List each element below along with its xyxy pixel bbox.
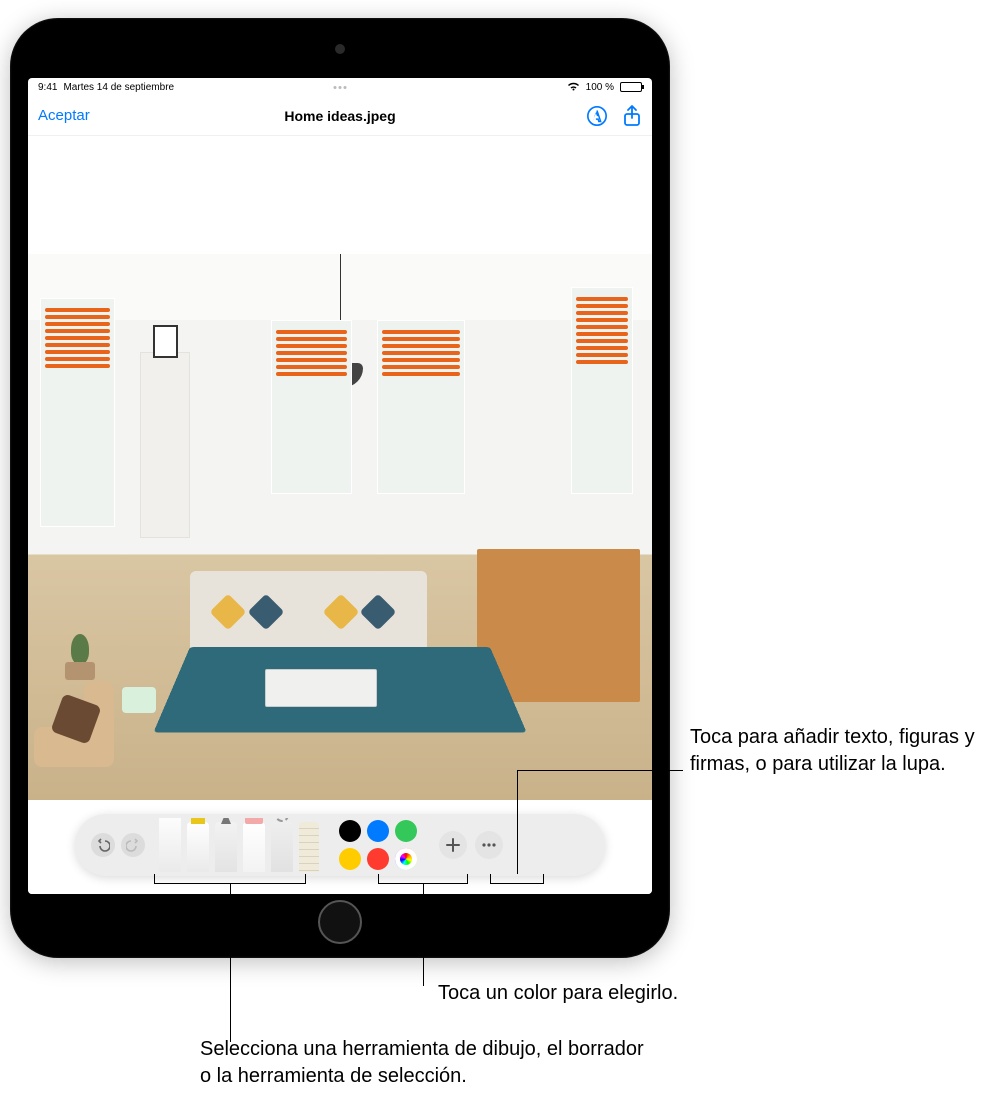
redo-button[interactable] — [121, 833, 145, 857]
color-red[interactable] — [367, 848, 389, 870]
window-center-2 — [377, 320, 464, 495]
callout-leader — [230, 884, 231, 1042]
more-button[interactable] — [475, 831, 503, 859]
markup-blinds-drawing — [572, 288, 632, 364]
status-bar: 9:41 Martes 14 de septiembre 100 % — [28, 78, 652, 96]
battery-icon — [620, 82, 642, 92]
side-table — [122, 687, 156, 713]
callout-leader — [517, 770, 518, 874]
front-camera — [335, 44, 345, 54]
color-green[interactable] — [395, 820, 417, 842]
marker-tool[interactable] — [187, 822, 209, 872]
callout-bracket-add — [490, 874, 544, 884]
callout-bracket-tools — [154, 874, 306, 884]
markup-blinds-drawing — [41, 299, 114, 368]
pencil-tool[interactable] — [215, 822, 237, 872]
markup-blinds-drawing — [272, 321, 351, 376]
canvas-area[interactable] — [28, 136, 652, 894]
ruler-tool[interactable] — [299, 822, 319, 872]
callout-bracket-colors — [378, 874, 468, 884]
photo-living-room — [28, 254, 652, 800]
markup-toggle-icon[interactable] — [586, 105, 608, 127]
drawing-tools-group — [159, 818, 319, 872]
callout-leader — [517, 770, 683, 771]
color-blue[interactable] — [367, 820, 389, 842]
pen-tool[interactable] — [159, 818, 181, 872]
markup-toolbar — [75, 814, 605, 876]
color-black[interactable] — [339, 820, 361, 842]
plant — [65, 634, 95, 680]
markup-blinds-drawing — [378, 321, 463, 376]
multitask-dots-icon[interactable] — [334, 86, 347, 89]
accept-button[interactable]: Aceptar — [38, 107, 90, 124]
color-yellow[interactable] — [339, 848, 361, 870]
callout-tool-text: Selecciona una herramienta de dibujo, el… — [200, 1036, 660, 1090]
color-swatches-group — [339, 820, 417, 870]
screen: 9:41 Martes 14 de septiembre 100 % Acept… — [28, 78, 652, 894]
callout-color-text: Toca un color para elegirlo. — [438, 980, 678, 1007]
armchair — [34, 681, 114, 767]
undo-button[interactable] — [91, 833, 115, 857]
window-left — [40, 298, 115, 527]
color-picker-wheel[interactable] — [395, 848, 417, 870]
add-button[interactable] — [439, 831, 467, 859]
navigation-bar: Aceptar Home ideas.jpeg — [28, 96, 652, 136]
wifi-icon — [567, 81, 580, 94]
callout-add-text: Toca para añadir texto, figuras y firmas… — [690, 724, 1000, 778]
status-date: Martes 14 de septiembre — [63, 82, 174, 93]
coffee-table — [265, 669, 377, 707]
share-icon[interactable] — [622, 105, 642, 127]
window-right — [571, 287, 633, 494]
eraser-tool[interactable] — [243, 822, 265, 872]
home-button[interactable] — [318, 900, 362, 944]
document-title: Home ideas.jpeg — [284, 108, 395, 124]
status-time: 9:41 — [38, 82, 57, 93]
battery-percent: 100 % — [586, 82, 614, 93]
lasso-tool[interactable] — [271, 822, 293, 872]
window-center-1 — [271, 320, 352, 495]
ipad-frame: 9:41 Martes 14 de septiembre 100 % Acept… — [10, 18, 670, 958]
callout-leader — [423, 884, 424, 986]
